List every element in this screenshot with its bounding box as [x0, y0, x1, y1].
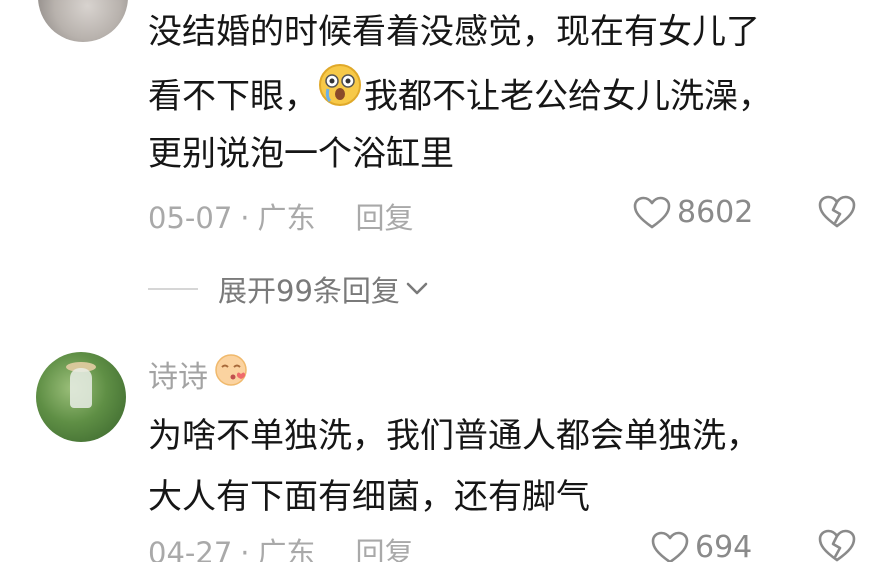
comment-text-line: 更别说泡一个浴缸里 [148, 134, 454, 174]
comment-location: 广东 [257, 536, 316, 562]
kissing-face-emoji-icon [214, 353, 248, 395]
separator-dot: · [240, 201, 250, 235]
separator-dot: · [240, 536, 250, 562]
broken-heart-icon [818, 195, 856, 228]
comment-text-segment: 看不下眼， [148, 76, 318, 117]
comment-text-line: 为啥不单独洗，我们普通人都会单独洗， [148, 416, 760, 456]
dislike-button[interactable] [818, 194, 856, 234]
comment-location: 广东 [257, 201, 316, 235]
like-count: 8602 [677, 195, 754, 230]
comment-meta: 05-07 · 广东 回复 [148, 195, 414, 237]
shocked-face-emoji-icon [318, 63, 362, 127]
heart-icon [633, 196, 671, 228]
comment-text-line: 没结婚的时候看着没感觉，现在有女儿了 [148, 12, 760, 52]
avatar[interactable] [38, 0, 128, 42]
username-text: 诗诗 [148, 360, 208, 395]
like-button[interactable]: 8602 [633, 195, 753, 230]
avatar-detail [70, 368, 92, 408]
comment-meta: 04-27 · 广东 回复 [148, 530, 414, 562]
like-count: 694 [695, 530, 753, 562]
reply-button[interactable]: 回复 [356, 536, 414, 562]
broken-heart-icon [818, 529, 856, 562]
dislike-button[interactable] [818, 528, 856, 562]
avatar[interactable] [36, 352, 126, 442]
comment-text-segment: 我都不让老公给女儿洗澡， [364, 76, 772, 117]
chevron-down-icon [406, 282, 428, 295]
comment-feed: 没结婚的时候看着没感觉，现在有女儿了 看不下眼， 我都不让老公给女儿洗澡， 更别说… [0, 0, 875, 562]
heart-icon [651, 531, 689, 562]
like-button[interactable]: 694 [651, 530, 752, 562]
comment-text-line: 看不下眼， 我都不让老公给女儿洗澡， [148, 63, 772, 133]
divider-line [148, 288, 198, 290]
username[interactable]: 诗诗 [148, 352, 248, 396]
expand-replies-button[interactable]: 展开99条回复 [148, 268, 428, 310]
comment-text-line: 大人有下面有细菌，还有脚气 [148, 477, 590, 517]
comment-date: 04-27 [148, 536, 233, 562]
expand-replies-label: 展开99条回复 [218, 274, 400, 308]
comment-date: 05-07 [148, 201, 233, 235]
reply-button[interactable]: 回复 [356, 201, 414, 235]
